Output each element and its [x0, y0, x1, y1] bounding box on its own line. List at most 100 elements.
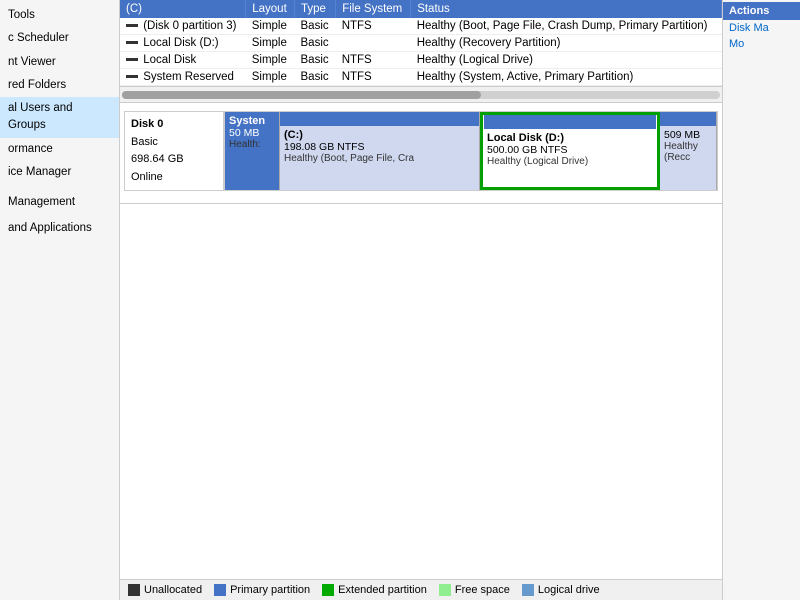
main-container: Tools c Scheduler nt Viewer red Folders … — [0, 0, 800, 600]
disk-name: Disk 0 — [131, 116, 217, 134]
part-recovery-size: 509 MB — [664, 129, 712, 141]
row-3-type: Basic — [295, 69, 336, 86]
row-1-type: Basic — [295, 35, 336, 52]
legend-label-primary: Primary partition — [230, 584, 310, 596]
row-1-layout: Simple — [246, 35, 295, 52]
legend-label-logical: Logical drive — [538, 584, 600, 596]
part-c-size: 198.08 GB NTFS — [284, 141, 475, 153]
row-0-fs: NTFS — [336, 18, 411, 35]
disk-size: 698.64 GB — [131, 151, 217, 169]
part-recovery-status: Healthy (Recc — [664, 141, 712, 163]
legend-logical: Logical drive — [522, 584, 600, 596]
table-row[interactable]: Local Disk (D:) Simple Basic Healthy (Re… — [120, 35, 722, 52]
col-header-layout: Layout — [246, 0, 295, 18]
sidebar-item-tools[interactable]: Tools — [0, 4, 119, 27]
dash-icon-1 — [126, 41, 138, 44]
actions-header: Actions — [723, 2, 800, 20]
disk-section: Disk 0 Basic 698.64 GB Online Systen 50 … — [120, 103, 722, 204]
part-c-header — [280, 112, 479, 126]
part-system-status: Health: — [229, 139, 275, 150]
sidebar-item-users-groups[interactable]: al Users and Groups — [0, 97, 119, 138]
disk-type: Basic — [131, 134, 217, 152]
row-0-name: (Disk 0 partition 3) — [120, 18, 246, 35]
sidebar-item-scheduler[interactable]: c Scheduler — [0, 27, 119, 50]
row-3-layout: Simple — [246, 69, 295, 86]
partition-table-section: (C) Layout Type File System Status (Disk… — [120, 0, 722, 103]
row-0-layout: Simple — [246, 18, 295, 35]
part-d-size: 500.00 GB NTFS — [487, 144, 653, 156]
part-d-name: Local Disk (D:) — [487, 132, 653, 144]
legend-unallocated: Unallocated — [128, 584, 202, 596]
table-row[interactable]: Local Disk Simple Basic NTFS Healthy (Lo… — [120, 52, 722, 69]
row-2-name-text: Local Disk — [143, 54, 196, 66]
row-1-status: Healthy (Recovery Partition) — [411, 35, 722, 52]
dash-icon-3 — [126, 75, 138, 78]
part-d-header — [484, 115, 656, 129]
sidebar-section-applications: and Applications — [0, 220, 119, 236]
col-header-status: Status — [411, 0, 722, 18]
row-3-status: Healthy (System, Active, Primary Partiti… — [411, 69, 722, 86]
horizontal-scrollbar[interactable] — [120, 86, 722, 102]
col-header-name: (C) — [120, 0, 246, 18]
row-2-layout: Simple — [246, 52, 295, 69]
sidebar-item-performance[interactable]: ormance — [0, 138, 119, 161]
legend-bar: Unallocated Primary partition Extended p… — [120, 579, 722, 600]
part-c-status: Healthy (Boot, Page File, Cra — [284, 153, 475, 164]
action-item-disk-ma[interactable]: Disk Ma — [723, 20, 800, 36]
disk-partitions: Systen 50 MB Health: (C:) 198.08 GB NTFS… — [224, 111, 718, 191]
legend-label-unallocated: Unallocated — [144, 584, 202, 596]
sidebar-section-management: Management — [0, 194, 119, 210]
table-row[interactable]: (Disk 0 partition 3) Simple Basic NTFS H… — [120, 18, 722, 35]
row-2-fs: NTFS — [336, 52, 411, 69]
legend-free: Free space — [439, 584, 510, 596]
legend-label-free: Free space — [455, 584, 510, 596]
sidebar-item-folders[interactable]: red Folders — [0, 74, 119, 97]
row-2-type: Basic — [295, 52, 336, 69]
row-2-status: Healthy (Logical Drive) — [411, 52, 722, 69]
legend-box-unallocated — [128, 584, 140, 596]
sidebar-item-viewer[interactable]: nt Viewer — [0, 51, 119, 74]
legend-primary: Primary partition — [214, 584, 310, 596]
col-header-type: Type — [295, 0, 336, 18]
dash-icon-0 — [126, 24, 138, 27]
legend-box-extended — [322, 584, 334, 596]
actions-panel: Actions Disk Ma Mo — [722, 0, 800, 600]
row-1-name-text: Local Disk (D:) — [143, 37, 218, 49]
row-3-name-text: System Reserved — [143, 71, 234, 83]
part-recovery-header — [660, 112, 716, 126]
table-row[interactable]: System Reserved Simple Basic NTFS Health… — [120, 69, 722, 86]
sidebar: Tools c Scheduler nt Viewer red Folders … — [0, 0, 120, 600]
row-1-fs — [336, 35, 411, 52]
legend-box-logical — [522, 584, 534, 596]
content-spacer — [120, 204, 722, 579]
part-system-size: 50 MB — [229, 127, 275, 139]
part-system-name: Systen — [229, 115, 275, 127]
legend-label-extended: Extended partition — [338, 584, 427, 596]
disk-status: Online — [131, 169, 217, 187]
part-c-name: (C:) — [284, 129, 475, 141]
content-area: (C) Layout Type File System Status (Disk… — [120, 0, 722, 600]
partition-table: (C) Layout Type File System Status (Disk… — [120, 0, 722, 86]
row-1-name: Local Disk (D:) — [120, 35, 246, 52]
dash-icon-2 — [126, 58, 138, 61]
legend-box-primary — [214, 584, 226, 596]
legend-extended: Extended partition — [322, 584, 427, 596]
row-3-name: System Reserved — [120, 69, 246, 86]
action-item-mo[interactable]: Mo — [723, 36, 800, 52]
sidebar-item-device-manager[interactable]: ice Manager — [0, 161, 119, 184]
row-0-type: Basic — [295, 18, 336, 35]
row-3-fs: NTFS — [336, 69, 411, 86]
disk-row: Disk 0 Basic 698.64 GB Online Systen 50 … — [124, 111, 718, 191]
row-0-status: Healthy (Boot, Page File, Crash Dump, Pr… — [411, 18, 722, 35]
part-d-status: Healthy (Logical Drive) — [487, 156, 653, 167]
row-2-name: Local Disk — [120, 52, 246, 69]
partition-system[interactable]: Systen 50 MB Health: — [225, 112, 280, 190]
col-header-fs: File System — [336, 0, 411, 18]
scrollbar-track — [122, 91, 720, 99]
partition-c[interactable]: (C:) 198.08 GB NTFS Healthy (Boot, Page … — [280, 112, 480, 190]
disk-info: Disk 0 Basic 698.64 GB Online — [124, 111, 224, 191]
row-0-name-text: (Disk 0 partition 3) — [143, 20, 236, 32]
scrollbar-thumb — [122, 91, 481, 99]
partition-d[interactable]: Local Disk (D:) 500.00 GB NTFS Healthy (… — [480, 112, 660, 190]
partition-recovery[interactable]: 509 MB Healthy (Recc — [660, 112, 717, 190]
